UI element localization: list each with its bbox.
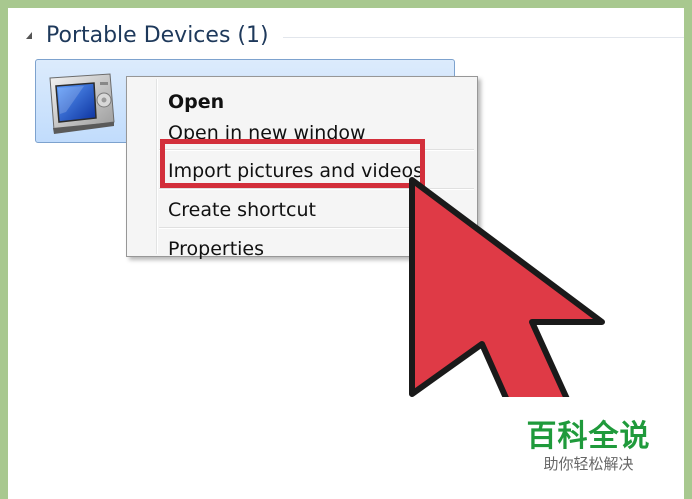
portable-devices-group-header[interactable]: Portable Devices (1) [22, 20, 684, 50]
portable-media-player-icon [49, 73, 115, 134]
menu-item-properties[interactable]: Properties [168, 233, 264, 265]
watermark-badge: 百科全说 助你轻松解决 [502, 397, 675, 483]
explorer-content-pane: Portable Devices (1) Open Open in new wi… [8, 8, 684, 499]
menu-item-create-shortcut[interactable]: Create shortcut [168, 194, 316, 226]
watermark-subtitle: 助你轻松解决 [543, 455, 634, 473]
highlight-annotation-box [160, 139, 425, 188]
group-title: Portable Devices (1) [46, 22, 269, 48]
watermark-title: 百科全说 [526, 419, 651, 454]
menu-gutter [156, 79, 158, 254]
menu-item-open[interactable]: Open [168, 86, 224, 118]
collapse-triangle-icon[interactable] [26, 31, 32, 39]
group-divider [282, 36, 684, 38]
